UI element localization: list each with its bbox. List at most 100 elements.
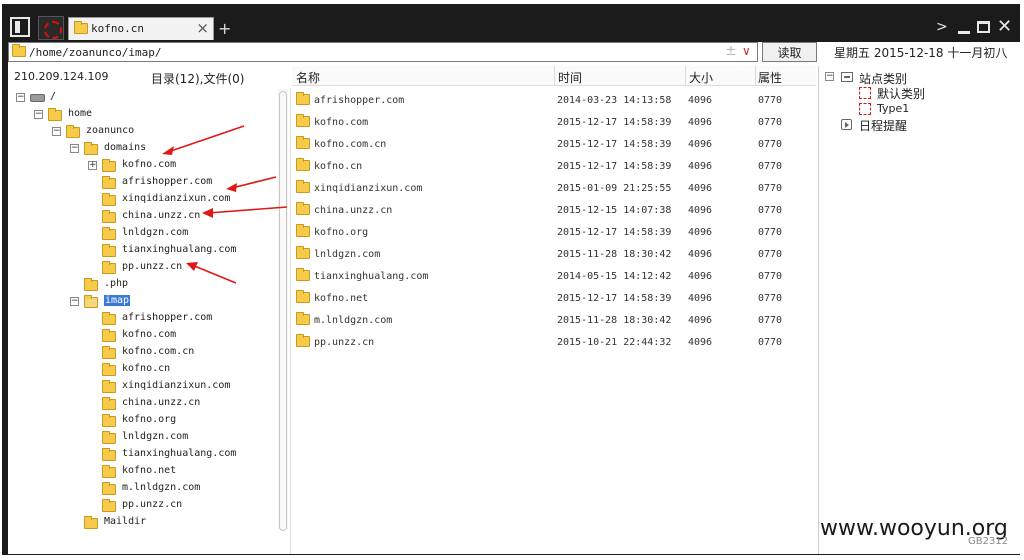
file-time: 2015-11-28 18:30:42 — [557, 249, 672, 260]
file-size: 4096 — [688, 205, 713, 216]
read-button[interactable]: 读取 — [762, 42, 817, 62]
drive-icon — [30, 94, 45, 102]
list-item[interactable]: kofno.com.cn 2015-12-17 14:58:39 4096 0770 — [292, 134, 816, 156]
column-separator[interactable] — [554, 66, 555, 86]
folder-icon — [296, 202, 310, 215]
column-name[interactable]: 名称 — [296, 69, 320, 86]
app-logo-icon[interactable] — [10, 17, 30, 37]
collapse-icon[interactable]: − — [825, 72, 834, 81]
file-name: kofno.net — [314, 293, 369, 304]
list-item[interactable]: pp.unzz.cn 2015-10-21 22:44:32 4096 0770 — [292, 332, 816, 354]
list-item[interactable]: xinqidianzixun.com 2015-01-09 21:25:55 409… — [292, 178, 816, 200]
folder-icon — [102, 346, 116, 359]
file-time: 2014-03-23 14:13:58 — [557, 95, 672, 106]
tree-node[interactable]: afrishopper.com — [8, 175, 276, 191]
column-time[interactable]: 时间 — [558, 69, 582, 86]
record-icon[interactable] — [38, 16, 64, 40]
chevron-down-icon[interactable]: ∨ — [742, 44, 751, 58]
folder-icon — [12, 44, 26, 57]
expand-icon[interactable]: + — [88, 161, 97, 170]
tree-node[interactable]: pp.unzz.cn — [8, 498, 276, 514]
tree-node[interactable]: kofno.net — [8, 464, 276, 480]
collapse-icon[interactable]: − — [16, 93, 25, 102]
maximize-button[interactable] — [977, 21, 990, 33]
list-item[interactable]: lnldgzn.com 2015-11-28 18:30:42 4096 0770 — [292, 244, 816, 266]
tree-node[interactable]: pp.unzz.cn — [8, 260, 276, 276]
tree-node[interactable]: china.unzz.cn — [8, 209, 276, 225]
folder-icon — [296, 224, 310, 237]
file-size: 4096 — [688, 293, 713, 304]
schedule-label[interactable]: 日程提醒 — [859, 117, 907, 134]
file-time: 2015-12-17 14:58:39 — [557, 117, 672, 128]
new-tab-button[interactable]: + — [218, 19, 231, 38]
tree-node[interactable]: xinqidianzixun.com — [8, 192, 276, 208]
tab-kofno-cn[interactable]: kofno.cn × — [68, 17, 214, 40]
list-item[interactable]: m.lnldgzn.com 2015-11-28 18:30:42 4096 0770 — [292, 310, 816, 332]
list-item[interactable]: kofno.com 2015-12-17 14:58:39 4096 0770 — [292, 112, 816, 134]
tree-node[interactable]: kofno.com.cn — [8, 345, 276, 361]
column-separator[interactable] — [685, 66, 686, 86]
folder-icon — [296, 334, 310, 347]
file-permission: 0770 — [758, 139, 783, 150]
tree-node[interactable]: − home — [8, 107, 276, 123]
file-name: pp.unzz.cn — [314, 337, 375, 348]
tree-node[interactable]: .php — [8, 277, 276, 293]
tree-node-label: domains — [104, 142, 147, 153]
collapse-icon[interactable]: − — [34, 110, 43, 119]
tree-node[interactable]: tianxinghualang.com — [8, 243, 276, 259]
pane-divider[interactable] — [290, 88, 291, 554]
tree-node[interactable]: − zoanunco — [8, 124, 276, 140]
folder-icon — [102, 176, 116, 189]
schedule-icon — [841, 119, 852, 130]
tree-node[interactable]: − domains — [8, 141, 276, 157]
tree-node[interactable]: − / — [8, 90, 276, 106]
tree-node-label: afrishopper.com — [122, 176, 213, 187]
list-item[interactable]: kofno.net 2015-12-17 14:58:39 4096 0770 — [292, 288, 816, 310]
tree-node[interactable]: m.lnldgzn.com — [8, 481, 276, 497]
file-name: afrishopper.com — [314, 95, 405, 106]
tree-node[interactable]: kofno.com — [8, 328, 276, 344]
column-size[interactable]: 大小 — [689, 69, 713, 86]
tree-node[interactable]: kofno.cn — [8, 362, 276, 378]
type1-label[interactable]: Type1 — [877, 102, 909, 115]
tree-node[interactable]: afrishopper.com — [8, 311, 276, 327]
tree-node[interactable]: tianxinghualang.com — [8, 447, 276, 463]
default-category-label[interactable]: 默认类别 — [877, 85, 925, 102]
list-item[interactable]: kofno.cn 2015-12-17 14:58:39 4096 0770 — [292, 156, 816, 178]
list-item[interactable]: tianxinghualang.com 2014-05-15 14:12:42 40… — [292, 266, 816, 288]
column-separator[interactable] — [755, 66, 756, 86]
bookmark-toggle-icon[interactable]: ± — [725, 43, 737, 59]
category-icon — [841, 72, 853, 82]
path-input[interactable] — [29, 45, 709, 60]
tree-node[interactable]: + kofno.com — [8, 158, 276, 174]
category-checkbox-icon[interactable] — [859, 103, 871, 115]
collapse-icon[interactable]: − — [70, 144, 79, 153]
file-time: 2015-12-17 14:58:39 — [557, 293, 672, 304]
tree-node-label: Maildir — [104, 516, 147, 527]
tree-scrollbar[interactable] — [278, 89, 288, 531]
column-perm[interactable]: 属性 — [758, 69, 782, 86]
collapse-icon[interactable]: − — [70, 297, 79, 306]
folder-icon — [84, 295, 98, 308]
tree-node[interactable]: lnldgzn.com — [8, 226, 276, 242]
category-checkbox-icon[interactable] — [859, 87, 871, 99]
tree-node[interactable]: − imap — [8, 294, 276, 310]
collapse-icon[interactable]: − — [52, 127, 61, 136]
minimize-button[interactable] — [958, 31, 970, 34]
close-button[interactable]: ✕ — [997, 16, 1012, 37]
tree-node[interactable]: lnldgzn.com — [8, 430, 276, 446]
file-time: 2015-12-17 14:58:39 — [557, 161, 672, 172]
file-name: xinqidianzixun.com — [314, 183, 423, 194]
list-item[interactable]: kofno.org 2015-12-17 14:58:39 4096 0770 — [292, 222, 816, 244]
chevron-right-icon[interactable]: > — [936, 19, 948, 35]
list-item[interactable]: afrishopper.com 2014-03-23 14:13:58 4096 07… — [292, 90, 816, 112]
tab-close-icon[interactable]: × — [196, 19, 209, 37]
address-bar: ± ∨ — [8, 42, 758, 62]
list-item[interactable]: china.unzz.cn 2015-12-15 14:07:38 4096 0770 — [292, 200, 816, 222]
tree-node[interactable]: kofno.org — [8, 413, 276, 429]
tree-node-label: kofno.org — [122, 414, 177, 425]
tree-node[interactable]: xinqidianzixun.com — [8, 379, 276, 395]
scroll-thumb[interactable] — [279, 91, 287, 531]
tree-node[interactable]: Maildir — [8, 515, 276, 531]
tree-node[interactable]: china.unzz.cn — [8, 396, 276, 412]
